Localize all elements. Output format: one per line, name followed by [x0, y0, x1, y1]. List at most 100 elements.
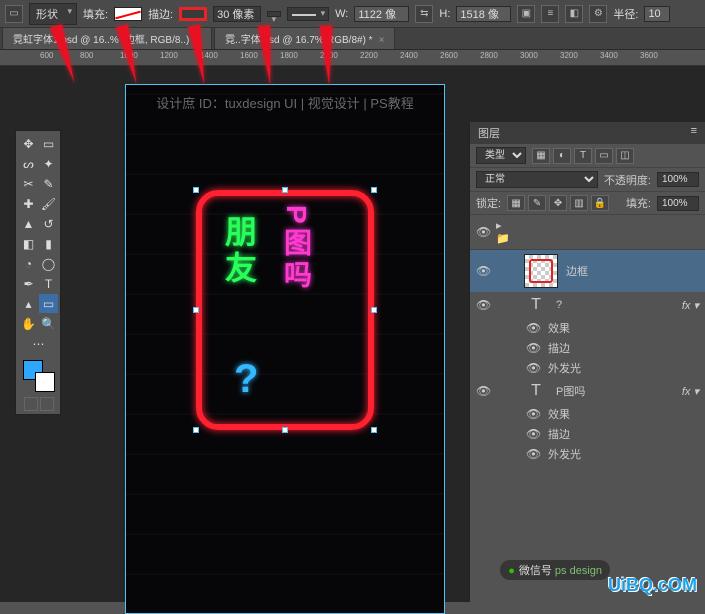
- opacity-input[interactable]: [657, 172, 699, 187]
- lock-transparent-icon[interactable]: ▦: [507, 195, 525, 211]
- layer-list: 👁 边框 👁 T ? fx ▾ 👁效果 👁描边 👁外发光 👁 T P图吗 f: [470, 250, 705, 464]
- neon-text-blue: ?: [234, 357, 262, 402]
- crop-tool[interactable]: ✂: [19, 174, 38, 193]
- panel-menu-icon[interactable]: ≡: [691, 125, 697, 141]
- rectangle-tool[interactable]: ▭: [39, 294, 58, 313]
- document-tab[interactable]: 霓虹字体1.psd @ 16..% (边框, RGB/8..)×: [2, 27, 212, 49]
- fx-row[interactable]: 👁效果: [470, 404, 705, 424]
- path-select-tool[interactable]: ▴: [19, 294, 38, 313]
- stroke-width-dropdown[interactable]: [267, 11, 281, 17]
- transform-handle[interactable]: [282, 427, 288, 433]
- layer-name[interactable]: ?: [556, 299, 562, 311]
- dodge-tool[interactable]: ◯: [39, 254, 58, 273]
- filter-pixel-icon[interactable]: ▦: [532, 148, 550, 164]
- fx-row[interactable]: 👁外发光: [470, 358, 705, 378]
- lock-paint-icon[interactable]: ✎: [528, 195, 546, 211]
- stroke-width-input[interactable]: [213, 6, 261, 22]
- visibility-icon[interactable]: 👁: [476, 384, 490, 398]
- move-tool[interactable]: ✥: [19, 134, 38, 153]
- zoom-tool[interactable]: 🔍: [39, 314, 58, 333]
- fill-opacity-input[interactable]: [657, 196, 699, 211]
- quickmask-icon[interactable]: [24, 397, 38, 411]
- layer-kind-select[interactable]: 类型: [476, 147, 526, 164]
- path-arrange-icon[interactable]: ◧: [565, 5, 583, 23]
- radius-input[interactable]: [644, 6, 670, 22]
- transform-handle[interactable]: [371, 427, 377, 433]
- transform-handle[interactable]: [193, 427, 199, 433]
- filter-adjust-icon[interactable]: ◐: [553, 148, 571, 164]
- width-input[interactable]: [354, 6, 409, 22]
- layer-item[interactable]: 👁 边框: [470, 250, 705, 292]
- gear-icon[interactable]: ⚙: [589, 5, 607, 23]
- link-wh-icon[interactable]: ⇆: [415, 5, 433, 23]
- blend-mode-select[interactable]: 正常: [476, 171, 598, 188]
- eraser-tool[interactable]: ◧: [19, 234, 38, 253]
- background-color[interactable]: [35, 372, 55, 392]
- document-canvas[interactable]: 设计庶 ID：tuxdesign UI | 视觉设计 | PS教程 朋友 P图吗…: [125, 84, 445, 614]
- document-tab[interactable]: 霓..字体.psd @ 16.7%(RGB/8#) *×: [214, 27, 395, 49]
- eyedropper-tool[interactable]: ✎: [39, 174, 58, 193]
- fx-row[interactable]: 👁描边: [470, 338, 705, 358]
- fx-badge[interactable]: fx ▾: [682, 385, 699, 398]
- stroke-swatch[interactable]: [179, 7, 207, 21]
- filter-smart-icon[interactable]: ◫: [616, 148, 634, 164]
- fill-swatch[interactable]: [114, 7, 142, 21]
- height-label: H:: [439, 8, 450, 20]
- gradient-tool[interactable]: ▮: [39, 234, 58, 253]
- layer-item[interactable]: 👁 T ? fx ▾: [470, 292, 705, 318]
- stroke-style-select[interactable]: [287, 7, 329, 21]
- layer-name[interactable]: 边框: [566, 263, 588, 279]
- history-brush-tool[interactable]: ↺: [39, 214, 58, 233]
- fill-opacity-label: 填充:: [626, 195, 651, 211]
- close-icon[interactable]: ×: [379, 35, 385, 46]
- transform-handle[interactable]: [193, 187, 199, 193]
- visibility-icon[interactable]: 👁: [476, 264, 490, 278]
- type-layer-icon: T: [524, 296, 548, 314]
- tool-mode-select[interactable]: 形状: [29, 3, 77, 25]
- stamp-tool[interactable]: ▲: [19, 214, 38, 233]
- filter-shape-icon[interactable]: ▭: [595, 148, 613, 164]
- marquee-tool[interactable]: ▭: [39, 134, 58, 153]
- radius-label: 半径:: [613, 6, 638, 22]
- blur-tool[interactable]: ◔: [19, 254, 38, 273]
- transform-handle[interactable]: [193, 307, 199, 313]
- visibility-icon[interactable]: 👁: [476, 225, 490, 239]
- lasso-tool[interactable]: ᔕ: [19, 154, 38, 173]
- brush-tool[interactable]: 🖌: [39, 194, 58, 213]
- wechat-badge: 微信号 ps design: [500, 560, 610, 580]
- lock-position-icon[interactable]: ✥: [549, 195, 567, 211]
- fx-row[interactable]: 👁描边: [470, 424, 705, 444]
- healing-tool[interactable]: ✚: [19, 194, 38, 213]
- fx-badge[interactable]: fx ▾: [682, 299, 699, 312]
- hand-tool[interactable]: ✋: [19, 314, 38, 333]
- lock-label: 锁定:: [476, 195, 501, 211]
- layer-item[interactable]: 👁 T P图吗 fx ▾: [470, 378, 705, 404]
- lock-artboard-icon[interactable]: ▥: [570, 195, 588, 211]
- filter-type-icon[interactable]: T: [574, 148, 592, 164]
- type-tool[interactable]: T: [39, 274, 58, 293]
- folder-icon[interactable]: ▸📁: [496, 219, 514, 245]
- quick-select-tool[interactable]: ✦: [39, 154, 58, 173]
- lock-all-icon[interactable]: 🔒: [591, 195, 609, 211]
- visibility-icon[interactable]: 👁: [476, 298, 490, 312]
- neon-text-pink: P图吗: [276, 205, 316, 292]
- transform-handle[interactable]: [371, 187, 377, 193]
- path-align-icon[interactable]: ≡: [541, 5, 559, 23]
- height-input[interactable]: [456, 6, 511, 22]
- panel-title: 图层: [478, 125, 500, 141]
- screenmode-icon[interactable]: [40, 397, 54, 411]
- layer-name[interactable]: P图吗: [556, 383, 585, 399]
- layer-thumbnail[interactable]: [524, 254, 558, 288]
- transform-handle[interactable]: [371, 307, 377, 313]
- transform-handle[interactable]: [282, 187, 288, 193]
- tools-panel: ✥▭ ᔕ✦ ✂✎ ✚🖌 ▲↺ ◧▮ ◔◯ ✒T ▴▭ ✋🔍 ⋯: [15, 130, 61, 415]
- horizontal-ruler: 600800 10001200 14001600 18002000 220024…: [0, 50, 705, 66]
- path-combine-icon[interactable]: ▣: [517, 5, 535, 23]
- site-watermark: UiBQ.cOM: [608, 575, 697, 596]
- layers-panel: 图层≡ 类型 ▦ ◐ T ▭ ◫ 正常 不透明度: 锁定: ▦ ✎ ✥ ▥ 🔒: [469, 122, 705, 602]
- pen-tool[interactable]: ✒: [19, 274, 38, 293]
- edit-toolbar-icon[interactable]: ⋯: [29, 334, 48, 353]
- fx-row[interactable]: 👁外发光: [470, 444, 705, 464]
- color-swatches[interactable]: [19, 358, 58, 394]
- fx-row[interactable]: 👁效果: [470, 318, 705, 338]
